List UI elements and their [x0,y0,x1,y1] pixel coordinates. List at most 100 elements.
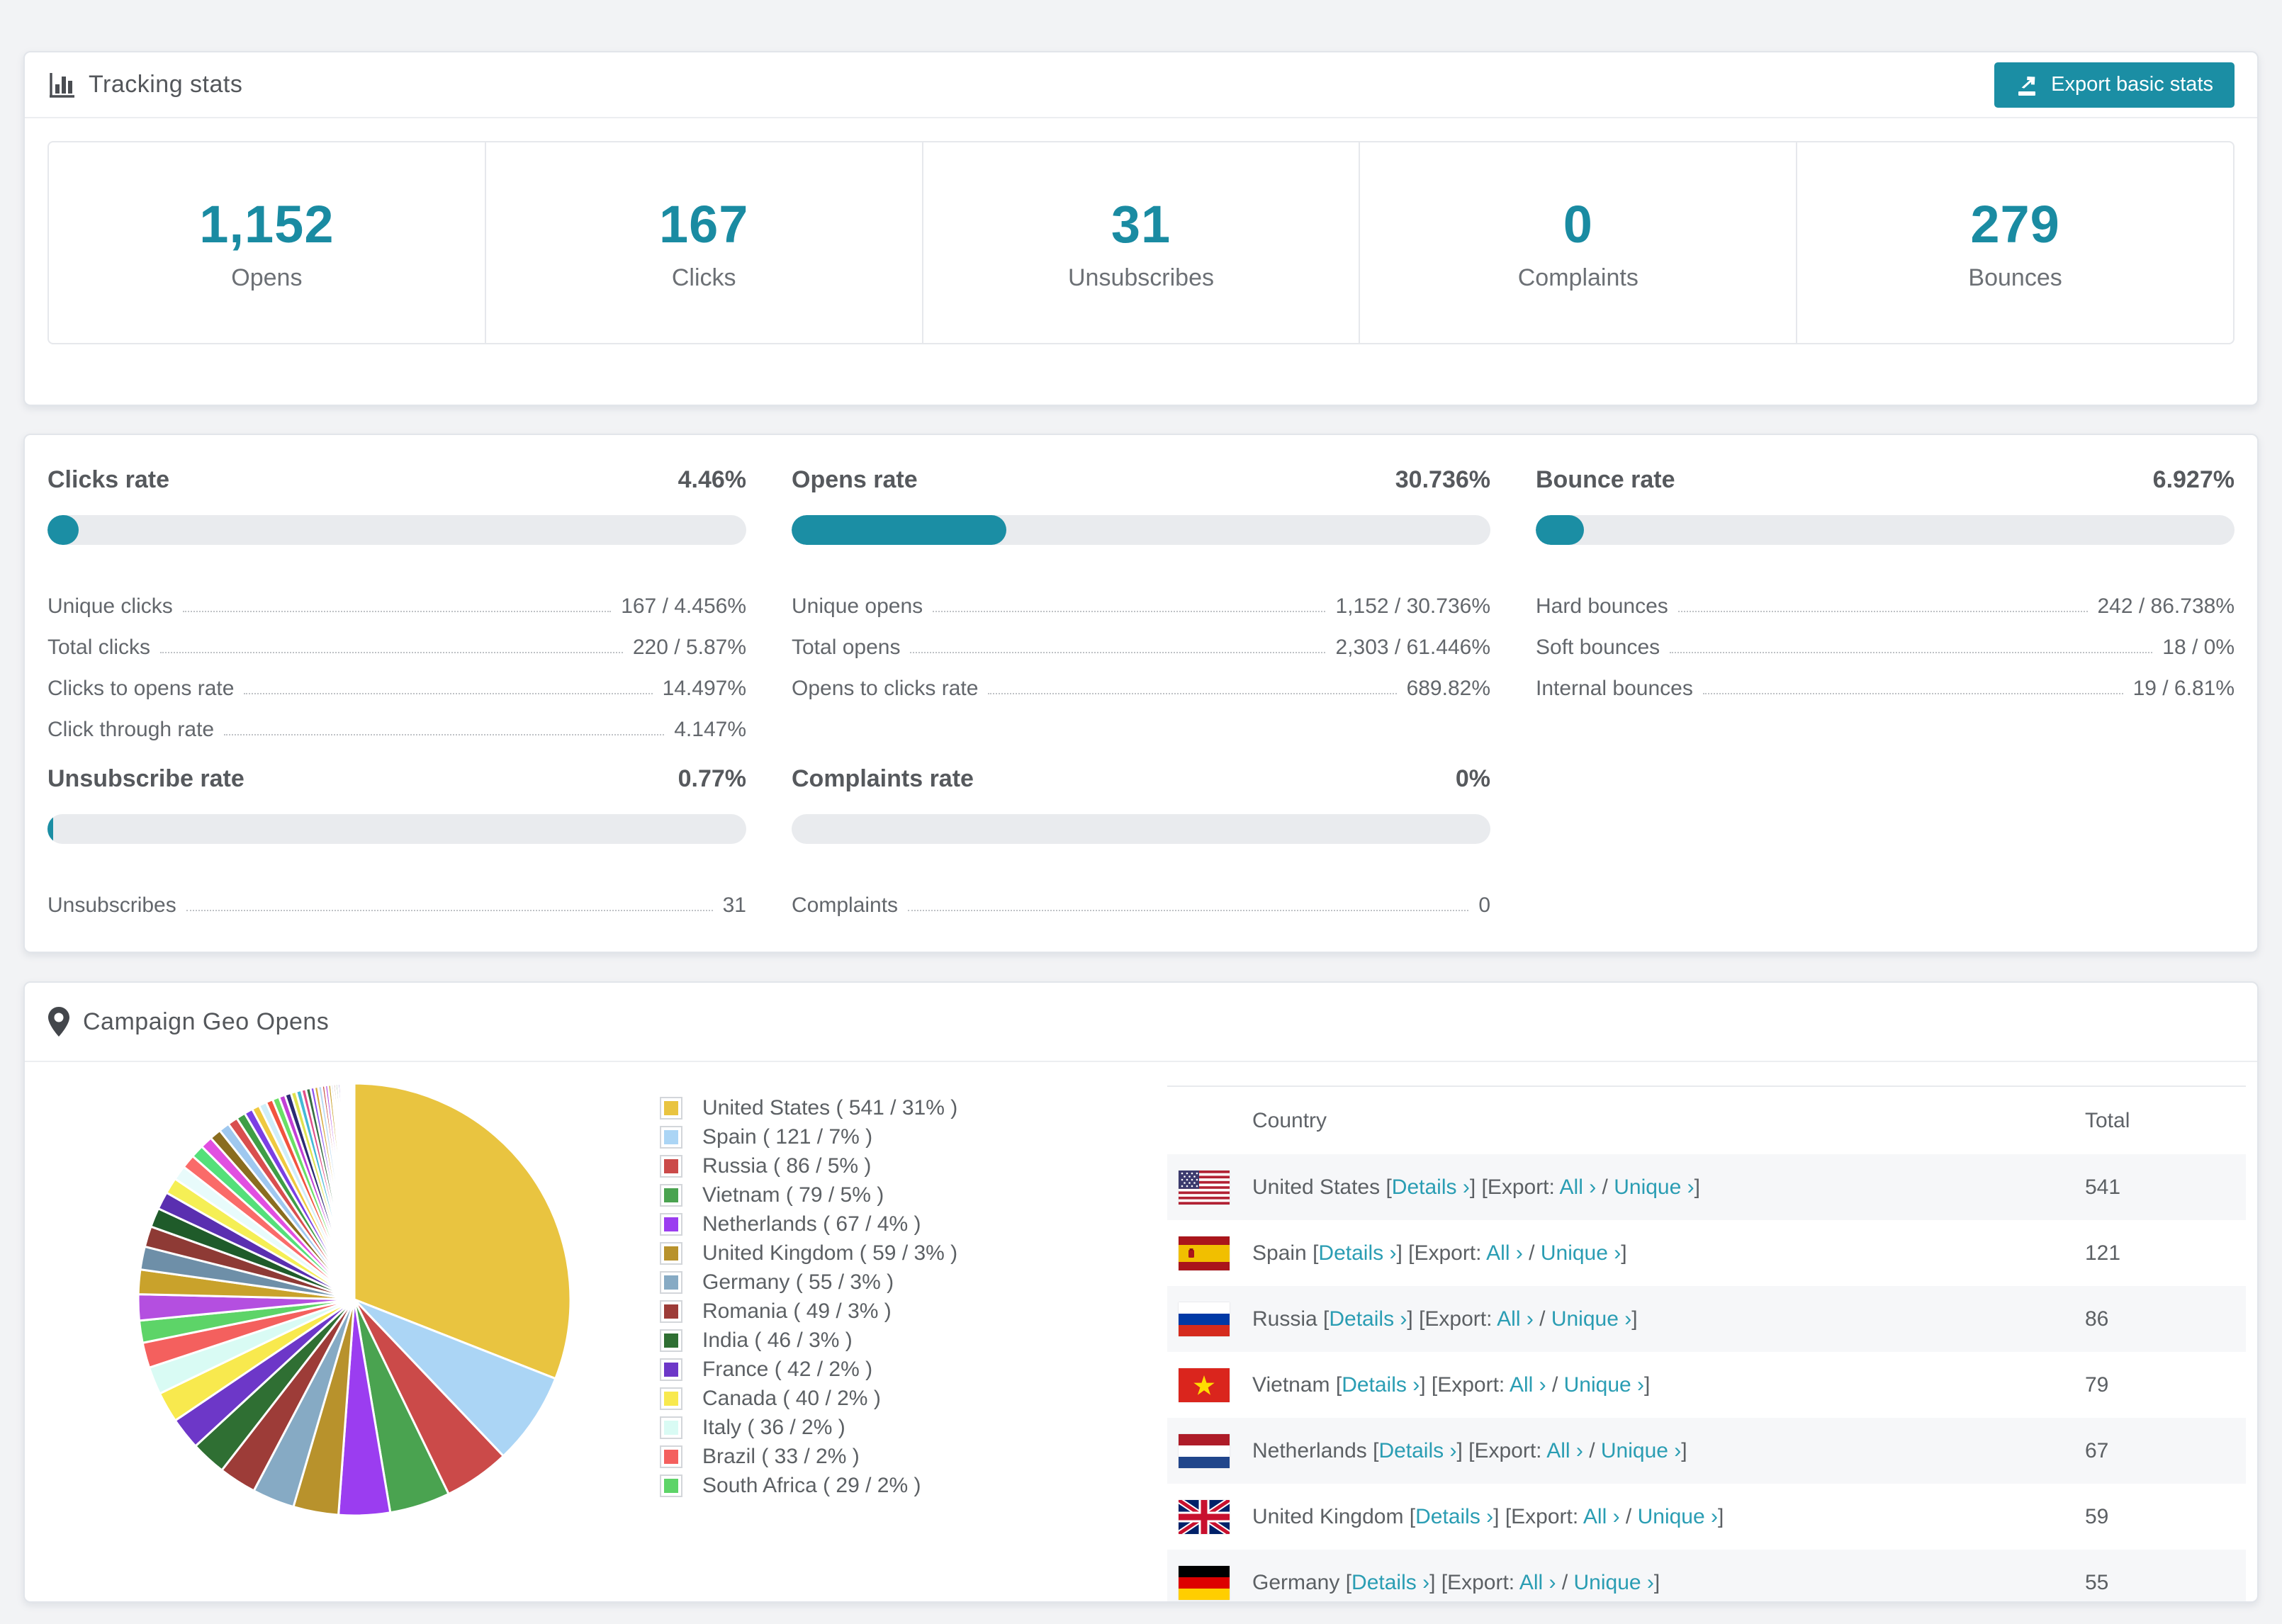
rate-card-value: 0% [1455,765,1490,792]
details-link[interactable]: Details › [1415,1505,1493,1528]
legend-label: Russia ( 86 / 5% ) [702,1154,872,1178]
country-cell: Russia [Details ›] [Export: All › / Uniq… [1252,1307,1638,1331]
stat-label: Unsubscribes [1068,264,1214,291]
details-link[interactable]: Details › [1329,1307,1407,1331]
rate-row-value: 167 / 4.456% [621,594,746,618]
legend-item-russia[interactable]: Russia ( 86 / 5% ) [660,1151,957,1180]
dotted-leader [160,652,623,653]
legend-swatch [660,1299,682,1323]
details-link[interactable]: Details › [1378,1439,1456,1462]
rate-row: Internal bounces 19 / 6.81% [1536,660,2235,701]
legend-item-south-africa[interactable]: South Africa ( 29 / 2% ) [660,1471,957,1500]
legend-item-canada[interactable]: Canada ( 40 / 2% ) [660,1384,957,1413]
legend-swatch [660,1358,682,1381]
rate-row-label: Total clicks [47,636,151,659]
export-unique-link[interactable]: Unique › [1564,1373,1644,1397]
details-link[interactable]: Details › [1351,1571,1429,1594]
legend-item-vietnam[interactable]: Vietnam ( 79 / 5% ) [660,1180,957,1209]
country-cell: United Kingdom [Details ›] [Export: All … [1252,1504,1724,1528]
rate-row-value: 18 / 0% [2162,636,2235,659]
rate-card-title: Bounce rate [1536,466,1675,493]
rate-row-value: 220 / 5.87% [632,636,746,659]
details-link[interactable]: Details › [1318,1241,1396,1265]
legend-item-spain[interactable]: Spain ( 121 / 7% ) [660,1122,957,1151]
rate-row-label: Internal bounces [1536,677,1693,700]
legend-label: South Africa ( 29 / 2% ) [702,1473,921,1497]
country-cell: Spain [Details ›] [Export: All › / Uniqu… [1252,1241,1627,1265]
rate-card-title: Opens rate [792,466,918,493]
flag-es-icon [1179,1236,1230,1270]
rate-row-label: Unsubscribes [47,893,176,917]
rate-row-label: Total opens [792,636,901,659]
legend-item-netherlands[interactable]: Netherlands ( 67 / 4% ) [660,1209,957,1239]
country-column-header: Country [1252,1108,1327,1132]
rates-card: Clicks rate 4.46% Unique clicks 167 / 4.… [23,434,2259,953]
details-link[interactable]: Details › [1342,1373,1420,1397]
rate-card-value: 30.736% [1395,466,1490,493]
tracking-stats-card: Tracking stats Export basic stats 1,152 … [23,51,2259,406]
rate-progress-track [792,814,1490,844]
legend-label: Canada ( 40 / 2% ) [702,1386,881,1410]
legend-label: Spain ( 121 / 7% ) [702,1124,873,1149]
legend-item-romania[interactable]: Romania ( 49 / 3% ) [660,1297,957,1326]
export-all-link[interactable]: All › [1510,1373,1546,1397]
legend-swatch [660,1212,682,1236]
dotted-leader [933,611,1326,612]
rate-row-label: Hard bounces [1536,594,1668,618]
rate-row-value: 19 / 6.81% [2132,677,2235,700]
export-unique-link[interactable]: Unique › [1574,1571,1654,1594]
legend-swatch [660,1241,682,1265]
legend-item-brazil[interactable]: Brazil ( 33 / 2% ) [660,1442,957,1471]
country-cell: Netherlands [Details ›] [Export: All › /… [1252,1438,1687,1462]
rate-row-value: 31 [722,893,746,917]
rate-row: Complaints 0 [792,876,1490,918]
export-unique-link[interactable]: Unique › [1601,1439,1681,1462]
export-all-link[interactable]: All › [1486,1241,1523,1265]
export-all-link[interactable]: All › [1546,1439,1583,1462]
stat-cell-bounces: 279 Bounces [1796,142,2233,343]
legend-label: Brazil ( 33 / 2% ) [702,1444,860,1468]
stat-value: 1,152 [199,194,335,254]
rate-card-title: Complaints rate [792,765,974,792]
export-all-link[interactable]: All › [1560,1175,1597,1199]
export-all-link[interactable]: All › [1497,1307,1534,1331]
rate-row: Total clicks 220 / 5.87% [47,619,746,660]
export-unique-link[interactable]: Unique › [1638,1505,1718,1528]
rate-progress-track [1536,515,2235,545]
rate-card-value: 6.927% [2152,466,2235,493]
flag-nl-icon [1179,1433,1230,1468]
flag-us-icon [1179,1170,1230,1205]
legend-item-united-kingdom[interactable]: United Kingdom ( 59 / 3% ) [660,1239,957,1268]
legend-item-india[interactable]: India ( 46 / 3% ) [660,1326,957,1355]
legend-item-germany[interactable]: Germany ( 55 / 3% ) [660,1268,957,1297]
details-link[interactable]: Details › [1392,1175,1470,1199]
stat-cell-clicks: 167 Clicks [484,142,922,343]
flag-vn-icon [1179,1368,1230,1402]
rate-card-header: Unsubscribe rate 0.77% [47,765,746,793]
rates-grid: Clicks rate 4.46% Unique clicks 167 / 4.… [47,466,2235,1043]
rate-rows: Unsubscribes 31 [47,876,746,918]
country-cell: Vietnam [Details ›] [Export: All › / Uni… [1252,1372,1651,1397]
legend-label: Germany ( 55 / 3% ) [702,1270,894,1294]
legend-label: Italy ( 36 / 2% ) [702,1415,845,1439]
export-unique-link[interactable]: Unique › [1541,1241,1621,1265]
legend-item-united-states[interactable]: United States ( 541 / 31% ) [660,1093,957,1122]
export-basic-stats-button[interactable]: Export basic stats [1994,62,2235,108]
rate-row-value: 4.147% [674,718,746,741]
legend-swatch [660,1474,682,1497]
legend-swatch [660,1096,682,1120]
flag-gb-icon [1179,1499,1230,1534]
total-cell: 86 [2085,1307,2109,1331]
export-all-link[interactable]: All › [1519,1571,1556,1594]
legend-item-italy[interactable]: Italy ( 36 / 2% ) [660,1413,957,1442]
export-unique-link[interactable]: Unique › [1614,1175,1694,1199]
rate-progress-track [47,515,746,545]
export-unique-link[interactable]: Unique › [1551,1307,1631,1331]
legend-swatch [660,1329,682,1352]
legend-swatch [660,1445,682,1468]
export-all-link[interactable]: All › [1583,1505,1620,1528]
legend-item-france[interactable]: France ( 42 / 2% ) [660,1355,957,1384]
geo-table-row-nl: Netherlands [Details ›] [Export: All › /… [1167,1418,2246,1484]
rate-row-value: 2,303 / 61.446% [1335,636,1490,659]
rate-card-opens-rate: Opens rate 30.736% Unique opens 1,152 / … [792,466,1490,744]
